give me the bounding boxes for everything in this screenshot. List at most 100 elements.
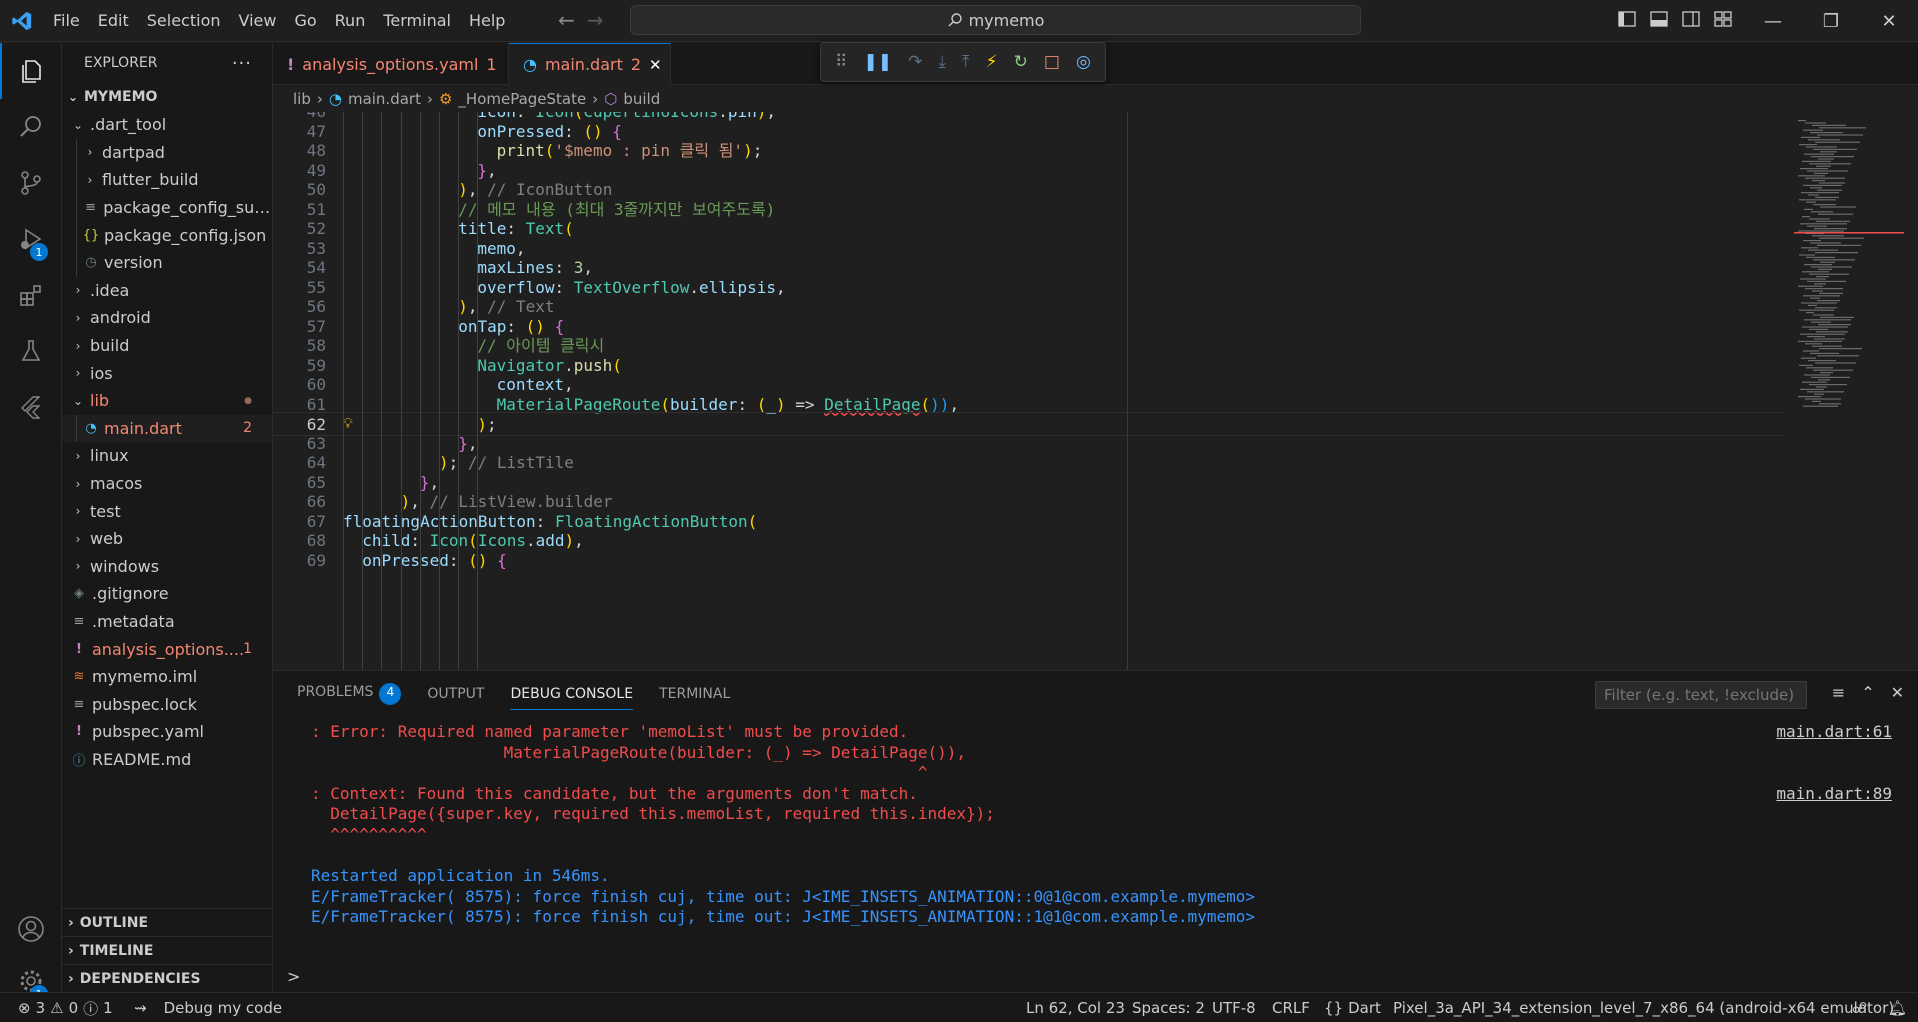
customize-layout-icon[interactable] bbox=[1714, 10, 1732, 28]
explorer-activity[interactable] bbox=[0, 43, 62, 99]
device-status[interactable]: Pixel_3a_API_34_extension_level_7_x86_64… bbox=[1393, 993, 1894, 1022]
tree-item[interactable]: ◈ .gitignore bbox=[62, 580, 272, 608]
tree-item[interactable]: ≡ .metadata bbox=[62, 608, 272, 636]
tree-item[interactable]: › web bbox=[62, 525, 272, 553]
clear-console-icon[interactable]: ≡ bbox=[1832, 683, 1845, 702]
tree-item[interactable]: › windows bbox=[62, 553, 272, 581]
tree-item[interactable]: › .idea bbox=[62, 277, 272, 305]
tree-item[interactable]: ◷ version bbox=[62, 248, 272, 277]
encoding-status[interactable]: UTF-8 bbox=[1212, 993, 1256, 1022]
stop-icon[interactable]: □ bbox=[1044, 52, 1060, 72]
menu-selection[interactable]: Selection bbox=[138, 0, 230, 42]
menu-terminal[interactable]: Terminal bbox=[374, 0, 460, 42]
tree-item[interactable]: › ios bbox=[62, 359, 272, 387]
extensions-activity[interactable] bbox=[0, 267, 62, 323]
tab-main-dart[interactable]: ◔ main.dart 2 ✕ bbox=[509, 43, 671, 85]
tree-item[interactable]: ⓘ README.md bbox=[62, 746, 272, 774]
restore-icon[interactable]: ❐ bbox=[1802, 0, 1860, 42]
tree-item[interactable]: ⌄ .dart_tool bbox=[62, 111, 272, 139]
close-tab-icon[interactable]: ✕ bbox=[649, 56, 662, 74]
minimap-line bbox=[1802, 271, 1829, 273]
step-over-icon[interactable]: ↷ bbox=[908, 52, 922, 72]
dart-file-icon: ◔ bbox=[85, 420, 97, 436]
forward-arrow-icon[interactable]: → bbox=[587, 8, 604, 32]
console-source-link[interactable]: main.dart:89 bbox=[1776, 781, 1892, 806]
step-into-icon[interactable]: ⤓ bbox=[938, 52, 946, 72]
timeline-section[interactable]: › TIMELINE bbox=[62, 936, 272, 964]
toggle-secondary-sidebar-icon[interactable] bbox=[1682, 10, 1700, 28]
code-line[interactable]: 69 onPressed: () { bbox=[273, 549, 1783, 573]
debug-session-status[interactable]: ⇝ Debug my code bbox=[134, 993, 282, 1022]
hot-reload-icon[interactable]: ⚡ bbox=[986, 52, 998, 72]
tab-debug-console[interactable]: DEBUG CONSOLE bbox=[510, 683, 634, 710]
breadcrumb-lib[interactable]: lib bbox=[293, 90, 311, 108]
tree-item[interactable]: ≡ pubspec.lock bbox=[62, 690, 272, 718]
breadcrumb-file[interactable]: main.dart bbox=[348, 90, 421, 108]
close-panel-icon[interactable]: ✕ bbox=[1891, 683, 1904, 702]
console-filter-input[interactable] bbox=[1595, 681, 1807, 709]
problems-status[interactable]: ⊗ 3 ⚠ 0 ⓘ 1 bbox=[18, 993, 113, 1022]
cursor-position[interactable]: Ln 62, Col 23 bbox=[1026, 993, 1125, 1022]
minimize-icon[interactable]: — bbox=[1744, 0, 1802, 42]
tab-analysis-options[interactable]: ! analysis_options.yaml 1 bbox=[273, 43, 509, 85]
tab-terminal[interactable]: TERMINAL bbox=[659, 683, 730, 710]
indentation-status[interactable]: Spaces: 2 bbox=[1132, 993, 1205, 1022]
menu-edit[interactable]: Edit bbox=[89, 0, 138, 42]
menu-file[interactable]: File bbox=[44, 0, 89, 42]
testing-activity[interactable] bbox=[0, 323, 62, 379]
tree-item[interactable]: › test bbox=[62, 497, 272, 525]
flutter-activity[interactable] bbox=[0, 379, 62, 435]
close-window-icon[interactable]: ✕ bbox=[1860, 0, 1918, 42]
search-activity[interactable] bbox=[0, 99, 62, 155]
tree-item[interactable]: › android bbox=[62, 304, 272, 332]
eol-status[interactable]: CRLF bbox=[1272, 993, 1310, 1022]
tree-item[interactable]: ◔ main.dart 2 bbox=[62, 414, 272, 443]
menu-run[interactable]: Run bbox=[326, 0, 375, 42]
dependencies-section[interactable]: › DEPENDENCIES bbox=[62, 964, 272, 992]
feedback-icon[interactable]: ☍ bbox=[1852, 993, 1867, 1022]
run-debug-activity[interactable]: 1 bbox=[0, 211, 62, 267]
minimap[interactable] bbox=[1794, 112, 1904, 412]
console-prompt[interactable]: > bbox=[287, 967, 300, 986]
tab-output[interactable]: OUTPUT bbox=[427, 683, 484, 710]
language-status[interactable]: {} Dart bbox=[1324, 993, 1381, 1022]
menu-go[interactable]: Go bbox=[285, 0, 325, 42]
menu-help[interactable]: Help bbox=[460, 0, 514, 42]
tree-item[interactable]: ! pubspec.yaml bbox=[62, 718, 272, 746]
dev-tools-icon[interactable]: ◎ bbox=[1076, 52, 1091, 72]
code-editor[interactable]: 46+icon: Icon(CupertinoIcons.pin),47onPr… bbox=[273, 112, 1918, 670]
tree-item[interactable]: ⌄ lib ● bbox=[62, 387, 272, 415]
toggle-sidebar-icon[interactable] bbox=[1618, 10, 1636, 28]
breadcrumb-method[interactable]: build bbox=[623, 90, 660, 108]
tree-item[interactable]: › dartpad bbox=[62, 138, 272, 167]
maximize-panel-icon[interactable]: ⌃ bbox=[1861, 683, 1874, 702]
tree-item[interactable]: › linux bbox=[62, 442, 272, 470]
more-actions-icon[interactable]: ··· bbox=[232, 53, 252, 74]
tree-item[interactable]: › flutter_build bbox=[62, 166, 272, 194]
restart-icon[interactable]: ↻ bbox=[1014, 52, 1028, 72]
tree-item[interactable]: {} package_config.json bbox=[62, 221, 272, 249]
back-arrow-icon[interactable]: ← bbox=[558, 8, 575, 32]
tree-item[interactable]: ! analysis_options.... 1 bbox=[62, 635, 272, 663]
minimap-line bbox=[1806, 146, 1837, 148]
step-out-icon[interactable]: ⤒ bbox=[962, 52, 970, 72]
toggle-panel-icon[interactable] bbox=[1650, 10, 1668, 28]
explorer-root-folder[interactable]: ⌄ MYMEMO bbox=[62, 83, 272, 111]
drag-handle-icon[interactable]: ⠿ bbox=[835, 52, 847, 72]
command-center-search[interactable]: mymemo bbox=[630, 5, 1361, 35]
tree-item[interactable]: ≋ mymemo.iml bbox=[62, 663, 272, 691]
notifications-bell-icon[interactable]: 🔔︎ bbox=[1888, 993, 1907, 1022]
minimap-line bbox=[1804, 153, 1834, 155]
menu-view[interactable]: View bbox=[230, 0, 286, 42]
tree-item[interactable]: ≡ package_config_sub... bbox=[62, 193, 272, 222]
source-control-activity[interactable] bbox=[0, 155, 62, 211]
tree-item[interactable]: › macos bbox=[62, 470, 272, 498]
tab-problems[interactable]: PROBLEMS 4 bbox=[297, 683, 402, 710]
pause-icon[interactable]: ❚❚ bbox=[864, 52, 893, 72]
outline-section[interactable]: › OUTLINE bbox=[62, 908, 272, 936]
console-source-link[interactable]: main.dart:61 bbox=[1776, 719, 1892, 744]
breadcrumb-class[interactable]: _HomePageState bbox=[458, 90, 586, 108]
accounts-activity[interactable] bbox=[0, 901, 62, 957]
tree-item[interactable]: › build bbox=[62, 332, 272, 360]
minimap-line bbox=[1805, 398, 1841, 400]
